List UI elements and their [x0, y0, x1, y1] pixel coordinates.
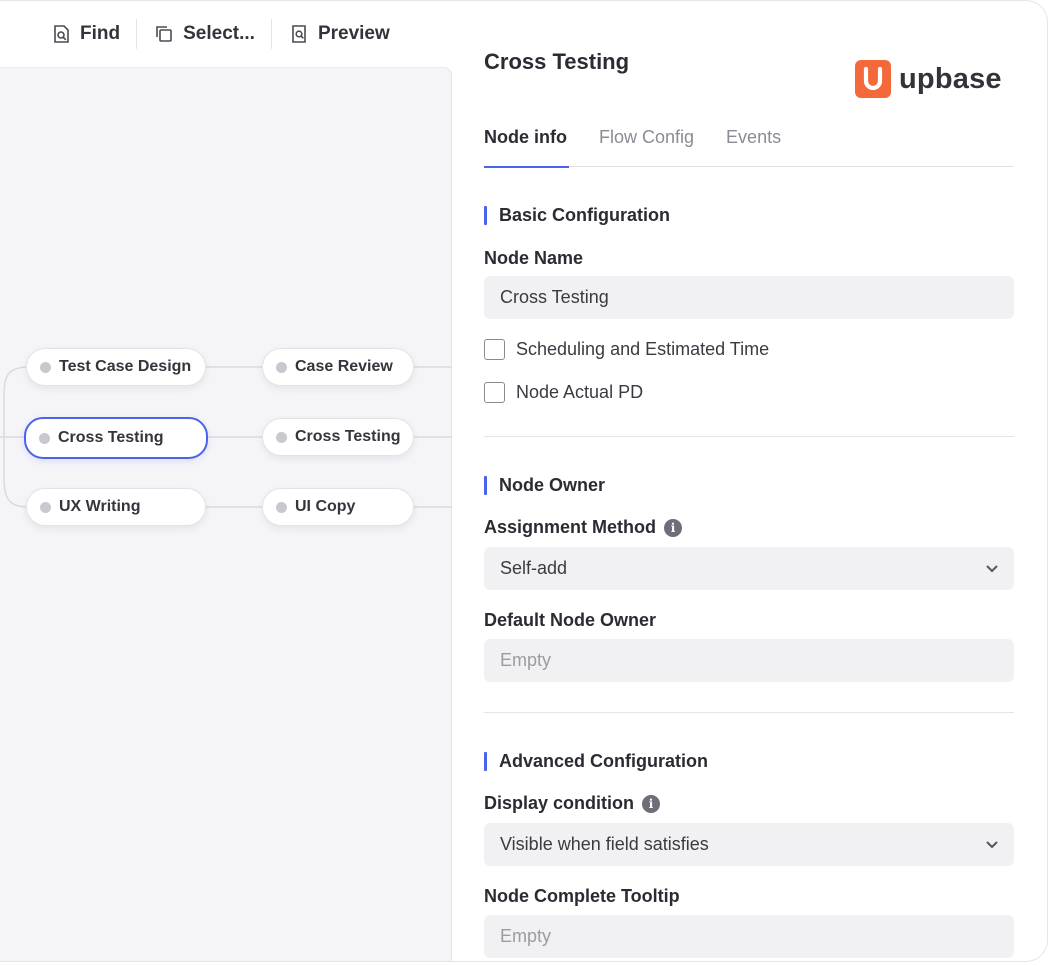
node-status-dot — [40, 501, 51, 513]
flow-canvas[interactable]: Test Case Design Case Review Cross Testi… — [0, 67, 452, 961]
tab-flow-config[interactable]: Flow Config — [599, 127, 694, 167]
tab-node-info[interactable]: Node info — [484, 127, 569, 168]
node-label: UX Writing — [59, 498, 141, 515]
default-owner-input[interactable]: Empty — [484, 639, 1014, 682]
node-label: UI Copy — [295, 498, 356, 515]
node-complete-tooltip-placeholder: Empty — [500, 926, 552, 946]
assignment-method-value: Self-add — [500, 558, 568, 578]
tab-events[interactable]: Events — [726, 127, 781, 167]
assignment-method-label-text: Assignment Method — [484, 517, 657, 537]
section-heading-basic: Basic Configuration — [484, 205, 670, 226]
display-condition-value: Visible when field satisfies — [500, 834, 709, 854]
select-label: Select... — [183, 23, 255, 44]
canvas-toolbar: Find Select... Preview — [0, 1, 452, 67]
flow-node-cross-testing[interactable]: Cross Testing — [262, 418, 414, 456]
section-divider — [484, 712, 1014, 713]
preview-icon — [292, 25, 306, 43]
node-complete-tooltip-label: Node Complete Tooltip — [484, 886, 680, 907]
default-owner-label-text: Default Node Owner — [484, 610, 657, 630]
preview-label: Preview — [317, 23, 390, 44]
node-label: Cross Testing — [58, 429, 164, 446]
flow-node-ux-writing[interactable]: UX Writing — [26, 488, 206, 526]
node-status-dot — [276, 501, 287, 513]
flow-node-cross-testing-selected[interactable]: Cross Testing — [24, 417, 208, 459]
display-condition-label-text: Display condition — [484, 793, 635, 813]
node-label: Test Case Design — [59, 358, 192, 375]
upbase-logo-icon — [855, 60, 891, 98]
assignment-method-label: Assignment Method i — [484, 517, 683, 538]
node-status-dot — [276, 431, 287, 443]
actual-pd-checkbox[interactable]: Node Actual PD — [484, 382, 643, 403]
preview-button[interactable]: Preview — [288, 14, 406, 54]
node-settings-panel: Cross Testing upbase Node info Flow Conf… — [484, 1, 1014, 961]
node-name-input[interactable]: Cross Testing — [484, 276, 1014, 319]
panel-tabs: Node info Flow Config Events — [484, 127, 1014, 168]
brand-name: upbase — [899, 62, 1002, 95]
display-condition-label: Display condition i — [484, 793, 661, 814]
flow-node-ui-copy[interactable]: UI Copy — [262, 488, 414, 526]
panel-title: Cross Testing — [484, 49, 630, 74]
chevron-down-icon — [986, 841, 998, 849]
find-label: Find — [80, 23, 121, 44]
node-name-label: Node Name — [484, 248, 583, 269]
flow-node-case-review[interactable]: Case Review — [262, 348, 414, 386]
assignment-method-select[interactable]: Self-add — [484, 547, 1014, 590]
node-label: Cross Testing — [295, 428, 401, 445]
node-name-label-text: Node Name — [484, 248, 584, 268]
checkbox-box[interactable] — [484, 339, 505, 360]
actual-pd-checkbox-label: Node Actual PD — [516, 382, 644, 402]
section-divider — [484, 436, 1014, 437]
find-icon — [54, 25, 69, 43]
default-owner-placeholder: Empty — [500, 650, 552, 670]
display-condition-select[interactable]: Visible when field satisfies — [484, 823, 1014, 866]
chevron-down-icon — [986, 565, 998, 573]
info-icon[interactable]: i — [664, 518, 683, 537]
node-complete-tooltip-label-text: Node Complete Tooltip — [484, 886, 680, 906]
select-icon — [156, 26, 172, 42]
info-icon[interactable]: i — [642, 794, 661, 813]
default-owner-label: Default Node Owner — [484, 610, 656, 631]
find-button[interactable]: Find — [50, 14, 136, 54]
brand-logo: upbase — [855, 60, 1002, 98]
node-name-value: Cross Testing — [500, 287, 609, 307]
section-heading-owner: Node Owner — [484, 475, 605, 496]
scheduling-checkbox-label: Scheduling and Estimated Time — [516, 339, 770, 359]
app-window: Find Select... Preview Test Case Design … — [0, 0, 1048, 962]
scheduling-checkbox[interactable]: Scheduling and Estimated Time — [484, 339, 769, 360]
node-label: Case Review — [295, 358, 393, 375]
select-button[interactable]: Select... — [153, 14, 271, 54]
node-complete-tooltip-input[interactable]: Empty — [484, 915, 1014, 958]
toolbar-divider — [136, 19, 138, 49]
section-heading-advanced: Advanced Configuration — [484, 751, 708, 772]
checkbox-box[interactable] — [484, 382, 505, 403]
node-status-dot — [40, 361, 51, 373]
flow-node-test-case-design[interactable]: Test Case Design — [26, 348, 206, 386]
node-status-dot — [39, 432, 50, 444]
node-status-dot — [276, 361, 287, 373]
toolbar-divider — [270, 19, 272, 49]
